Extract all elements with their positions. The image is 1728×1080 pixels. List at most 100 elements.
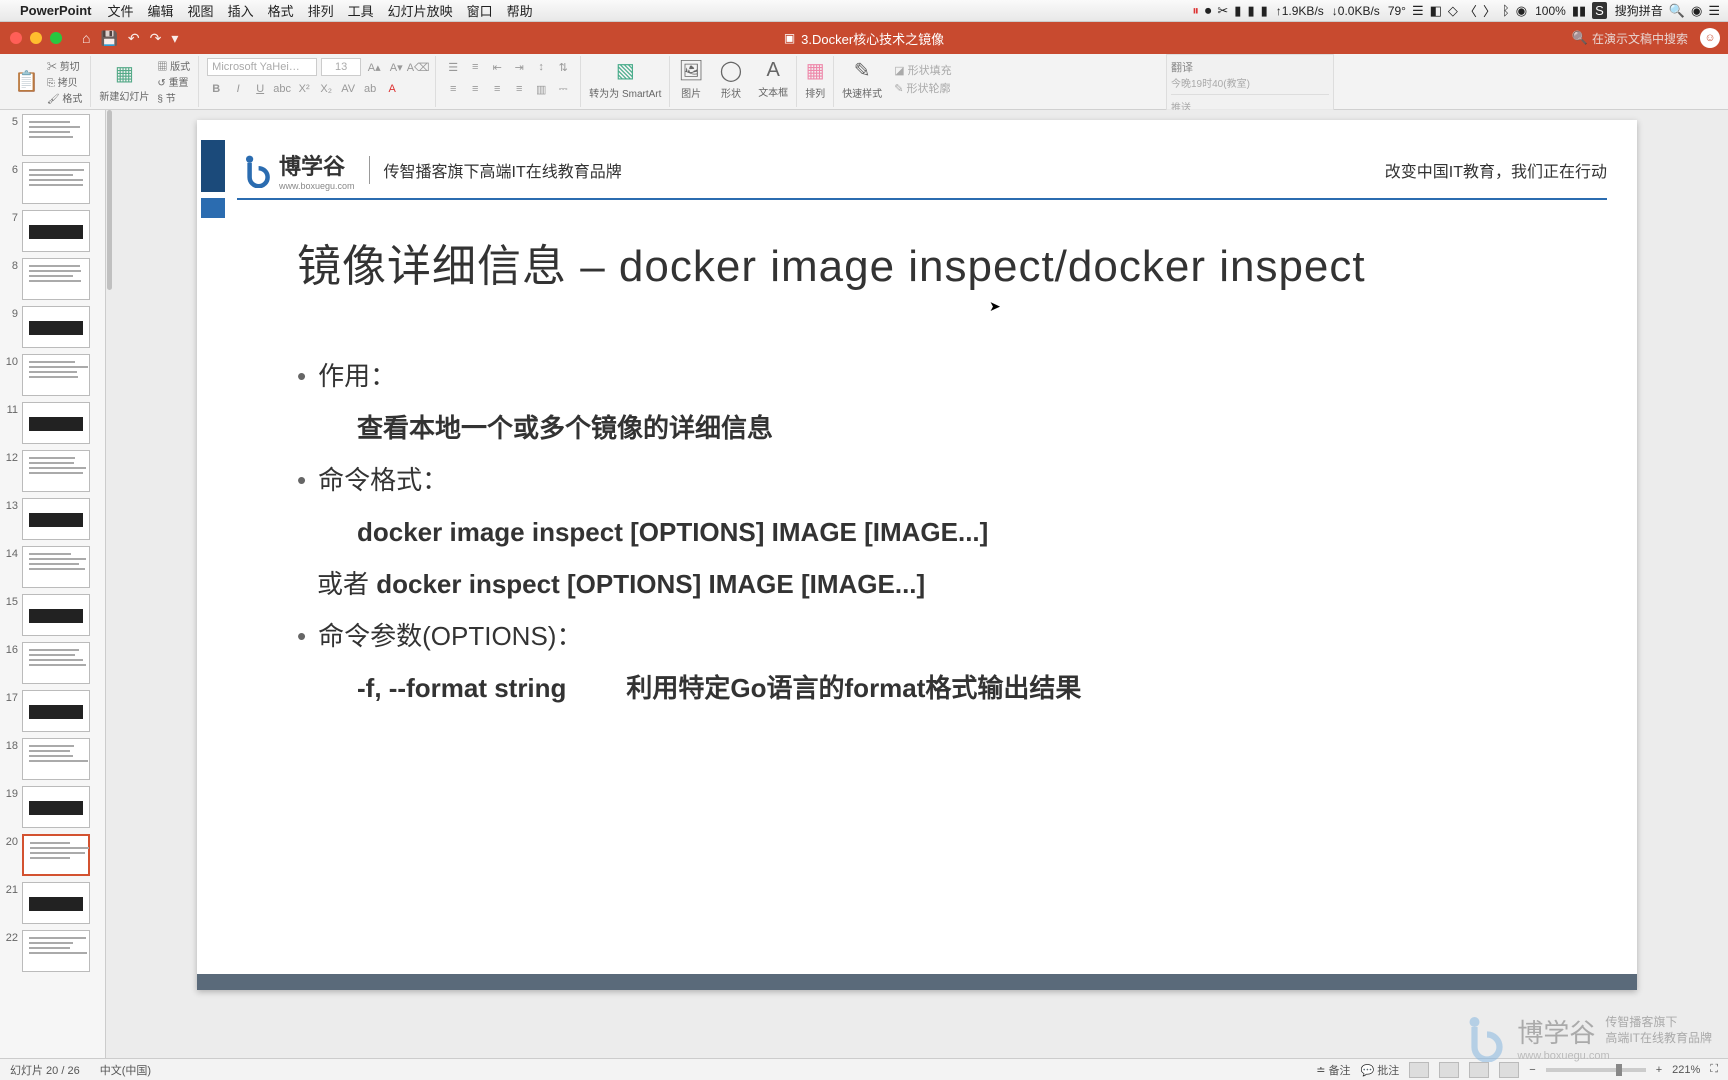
clear-format-icon[interactable]: A⌫ [409,58,427,76]
bluetooth-icon[interactable]: ᛒ [1502,3,1510,18]
notification-icon[interactable]: ☰ [1708,3,1720,19]
thumb-preview[interactable] [22,450,90,492]
slide-thumbnail[interactable]: 20 [2,834,103,876]
slide-thumbnail[interactable]: 9 [2,306,103,348]
ime-label[interactable]: 搜狗拼音 [1615,2,1663,19]
menu-tools[interactable]: 工具 [348,1,374,20]
slide-thumbnail[interactable]: 12 [2,450,103,492]
highlight-button[interactable]: ab [361,80,379,98]
qat-redo-icon[interactable]: ↷ [150,30,162,47]
thumb-preview[interactable] [22,594,90,636]
reset-button[interactable]: ↺ 重置 [157,74,190,89]
slide-thumbnail[interactable]: 14 [2,546,103,588]
notes-button[interactable]: ≐ 备注 [1316,1062,1350,1078]
menu-insert[interactable]: 插入 [228,1,254,20]
increase-indent-button[interactable]: ⇥ [510,58,528,76]
menu-file[interactable]: 文件 [108,1,134,20]
slide-thumbnail[interactable]: 8 [2,258,103,300]
increase-font-icon[interactable]: A▴ [365,58,383,76]
slide-thumbnail[interactable]: 18 [2,738,103,780]
menu-window[interactable]: 窗口 [467,1,493,20]
thumb-preview[interactable] [22,114,90,156]
slide-thumbnail[interactable]: 16 [2,642,103,684]
bullets-button[interactable]: ☰ [444,58,462,76]
copy-button[interactable]: ⎘ 拷贝 [47,74,82,89]
text-direction-button[interactable]: ⇅ [554,58,572,76]
scissors-icon[interactable]: ✂ [1217,3,1228,19]
thumb-preview[interactable] [22,786,90,828]
align-right-button[interactable]: ≡ [488,80,506,98]
zoom-out-button[interactable]: − [1529,1064,1535,1076]
menu-arrange[interactable]: 排列 [308,1,334,20]
status-icon[interactable]: ◧ [1430,3,1442,19]
char-spacing-button[interactable]: AV [339,80,357,98]
thumb-preview[interactable] [22,738,90,780]
italic-button[interactable]: I [229,80,247,98]
maximize-button[interactable] [50,32,62,44]
slideshow-view-button[interactable] [1499,1062,1519,1078]
superscript-button[interactable]: X² [295,80,313,98]
line-spacing-button[interactable]: ↕ [532,58,550,76]
wifi-icon[interactable]: ◉ [1516,3,1527,19]
zoom-level[interactable]: 221% [1672,1064,1700,1076]
menu-edit[interactable]: 编辑 [148,1,174,20]
slide-thumbnail[interactable]: 7 [2,210,103,252]
font-size-select[interactable] [321,58,361,76]
slide-thumbnail[interactable]: 11 [2,402,103,444]
sorter-view-button[interactable] [1439,1062,1459,1078]
slide-thumbnail[interactable]: 19 [2,786,103,828]
thumb-preview[interactable] [22,546,90,588]
qat-more-icon[interactable]: ▾ [171,30,178,47]
arrange-icon[interactable]: ▦ [806,58,825,83]
thumb-preview[interactable] [22,402,90,444]
app-name[interactable]: PowerPoint [20,3,92,18]
thumb-preview[interactable] [22,258,90,300]
menu-slideshow[interactable]: 幻灯片放映 [388,1,453,20]
user-avatar[interactable]: ☺ [1700,28,1720,48]
status-icon[interactable]: ☰ [1412,3,1424,19]
slide-thumbnail[interactable]: 5 [2,114,103,156]
slide-thumbnail[interactable]: 22 [2,930,103,972]
zoom-in-button[interactable]: + [1656,1064,1662,1076]
align-left-button[interactable]: ≡ [444,80,462,98]
siri-icon[interactable]: ◉ [1691,3,1702,19]
slide[interactable]: 博学谷 www.boxuegu.com 传智播客旗下高端IT在线教育品牌 改变中… [197,120,1637,990]
thumb-preview[interactable] [22,690,90,732]
slide-thumbnail[interactable]: 13 [2,498,103,540]
format-painter-button[interactable]: 🖌 格式 [47,90,82,105]
comments-button[interactable]: 💬 批注 [1361,1062,1400,1078]
language-indicator[interactable]: 中文(中国) [100,1062,151,1078]
bold-button[interactable]: B [207,80,225,98]
smartart-icon[interactable]: ▧ [616,58,635,83]
qat-undo-icon[interactable]: ↶ [128,30,140,47]
thumb-preview[interactable] [22,162,90,204]
slide-thumbnail[interactable]: 21 [2,882,103,924]
normal-view-button[interactable] [1409,1062,1429,1078]
slide-canvas-area[interactable]: 博学谷 www.boxuegu.com 传智播客旗下高端IT在线教育品牌 改变中… [106,110,1728,1058]
underline-button[interactable]: U [251,80,269,98]
shape-fill-button[interactable]: ◪ 形状填充 [894,62,951,78]
ime-icon[interactable]: S [1592,2,1607,19]
thumb-preview[interactable] [22,498,90,540]
menu-view[interactable]: 视图 [188,1,214,20]
thumb-preview[interactable] [22,354,90,396]
close-button[interactable] [10,32,22,44]
align-center-button[interactable]: ≡ [466,80,484,98]
fit-to-window-button[interactable]: ⛶ [1710,1063,1718,1076]
slide-content[interactable]: 作用： 查看本地一个或多个镜像的详细信息 命令格式： docker image … [297,350,1577,714]
strike-button[interactable]: abc [273,80,291,98]
quick-styles-icon[interactable]: ✎ [854,58,871,83]
slide-title[interactable]: 镜像详细信息 – docker image inspect/docker ins… [297,230,1366,294]
columns-button[interactable]: ▥ [532,80,550,98]
font-color-button[interactable]: A [383,80,401,98]
thumb-preview[interactable] [22,834,90,876]
decrease-font-icon[interactable]: A▾ [387,58,405,76]
record-icon[interactable]: ⏺ [1205,3,1212,19]
subscript-button[interactable]: X₂ [317,80,335,98]
shape-outline-button[interactable]: ✎ 形状轮廓 [894,80,951,96]
minimize-button[interactable] [30,32,42,44]
slide-thumbnail-panel[interactable]: 5678910111213141516171819202122 [0,110,106,1058]
chevron-right-icon[interactable]: 〉 [1483,1,1496,20]
thumbnail-scrollbar[interactable] [107,110,112,290]
menu-format[interactable]: 格式 [268,1,294,20]
